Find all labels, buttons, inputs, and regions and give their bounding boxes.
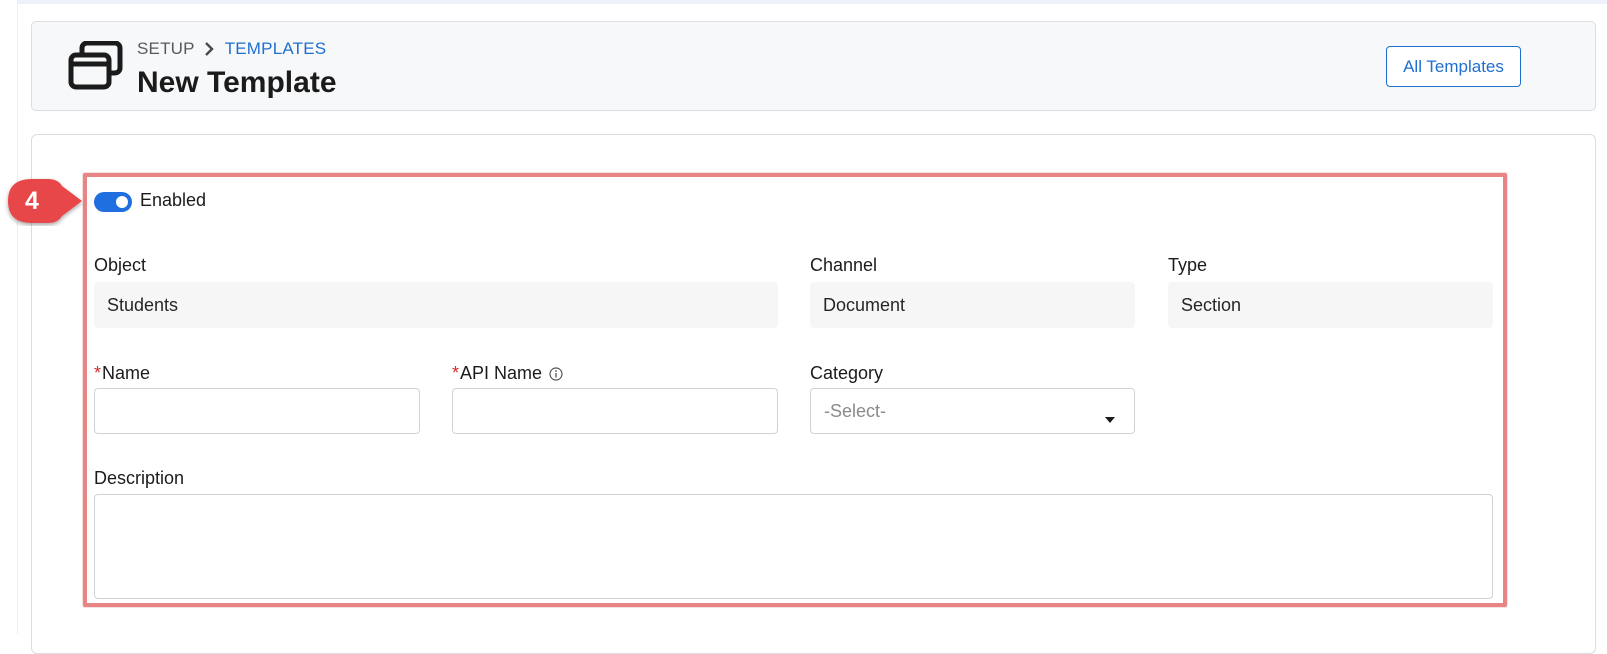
- object-field: Students: [94, 282, 778, 328]
- templates-icon: [68, 40, 124, 91]
- page-title: New Template: [137, 66, 337, 99]
- object-label: Object: [94, 255, 147, 275]
- left-divider: [17, 0, 18, 634]
- all-templates-button[interactable]: All Templates: [1386, 46, 1521, 87]
- breadcrumb: SETUP TEMPLATES: [137, 39, 326, 59]
- caret-down-icon: [1104, 408, 1116, 429]
- api-name-label-text: API Name: [460, 363, 543, 383]
- name-label-text: Name: [102, 363, 151, 383]
- category-selected-value: -Select-: [824, 400, 887, 421]
- required-mark: *: [94, 363, 102, 383]
- type-field: Section: [1168, 282, 1493, 328]
- api-name-label: * API Name: [452, 363, 563, 384]
- breadcrumb-setup[interactable]: SETUP: [137, 39, 195, 59]
- enabled-toggle[interactable]: [94, 192, 132, 212]
- category-select[interactable]: -Select-: [810, 388, 1135, 434]
- enabled-label: Enabled: [140, 190, 207, 210]
- channel-value: Document: [823, 294, 906, 315]
- description-textarea[interactable]: [94, 494, 1493, 599]
- type-value: Section: [1181, 294, 1242, 315]
- info-icon[interactable]: [549, 366, 563, 381]
- breadcrumb-templates[interactable]: TEMPLATES: [225, 39, 327, 59]
- name-input[interactable]: [94, 388, 420, 434]
- object-value: Students: [107, 294, 179, 315]
- name-label: * Name: [94, 363, 150, 384]
- description-label: Description: [94, 468, 185, 488]
- api-name-input[interactable]: [452, 388, 778, 434]
- channel-label: Channel: [810, 255, 878, 275]
- required-mark: *: [452, 363, 460, 383]
- page-header: SETUP TEMPLATES New Template All Templat…: [31, 21, 1596, 111]
- type-label: Type: [1168, 255, 1208, 275]
- top-bar-strip: [18, 0, 1607, 4]
- toggle-knob: [116, 196, 128, 208]
- step-number: 4: [25, 186, 39, 215]
- chevron-right-icon: [204, 42, 214, 56]
- category-label: Category: [810, 363, 884, 383]
- channel-field: Document: [810, 282, 1135, 328]
